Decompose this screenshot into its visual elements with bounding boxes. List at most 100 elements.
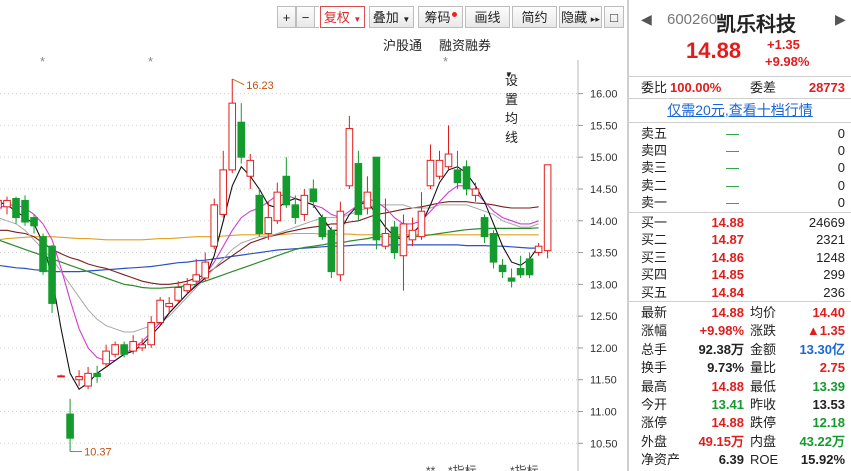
candle-body <box>129 341 137 352</box>
candle <box>237 103 246 164</box>
kline-chart-area[interactable]: + − 复权 ▼ 叠加 ▼ 筹码 画线 简约 隐藏 ▸▸ □ 沪股通 融资融券 … <box>0 0 627 471</box>
candle <box>390 220 399 259</box>
candle <box>147 316 155 348</box>
candle-body <box>543 164 552 252</box>
candle-body <box>282 175 291 206</box>
stock-code: 600260 <box>667 11 718 28</box>
stat-label: 外盘 <box>641 433 668 449</box>
stat-row: 最高 14.88 最低 13.39 <box>629 378 851 396</box>
candle-body <box>84 372 92 387</box>
candle <box>75 370 83 387</box>
candle-body <box>426 159 435 187</box>
stat-value: 6.39 <box>718 452 744 468</box>
candle-body <box>507 277 516 282</box>
bottom-label: *指标 <box>448 463 477 471</box>
y-tick-label: 13.00 <box>590 279 618 291</box>
candle-body <box>75 376 83 381</box>
stat-value: 14.88 <box>711 378 744 394</box>
candle <box>210 198 219 250</box>
y-tick-label: 10.50 <box>590 438 618 450</box>
high-pointer <box>232 78 245 86</box>
candle-body <box>273 191 282 222</box>
prev-stock-arrow-icon[interactable]: ◀ <box>641 11 652 28</box>
star-marker: * <box>148 54 153 69</box>
stat-row: 最新 14.88 均价 14.40 <box>629 304 851 322</box>
candle <box>30 214 38 234</box>
candle <box>471 182 480 202</box>
stat-value: ▲1.35 <box>806 323 845 339</box>
stat-label: 净资产 <box>641 452 681 468</box>
stat-label: 涨跌 <box>750 323 777 339</box>
candle <box>318 214 327 240</box>
next-stock-arrow-icon[interactable]: ▶ <box>835 11 846 28</box>
stat-label: 今开 <box>641 397 668 412</box>
stat-row: 涨停 14.88 跌停 12.18 <box>629 414 851 432</box>
candle <box>543 164 552 259</box>
candle-body <box>435 159 444 177</box>
candle <box>138 338 146 352</box>
bid-volume: 24669 <box>808 215 845 230</box>
stat-label: 最高 <box>641 378 668 394</box>
stat-row: 净资产 6.39 ROE 15.92% <box>629 451 851 469</box>
stat-value: 12.18 <box>812 415 845 431</box>
candle-body <box>255 194 264 234</box>
y-tick-label: 12.50 <box>590 311 618 323</box>
kline-svg[interactable]: 16.00 15.50 15.00 14.50 14.00 13.50 13.00 12.50… <box>0 0 627 471</box>
bid-row: 买五 14.84 236 <box>629 284 851 302</box>
ask-price: — <box>726 143 739 159</box>
candle-body <box>48 245 56 304</box>
candle-body <box>39 236 47 273</box>
stat-row: 换手 9.73% 量比 2.75 <box>629 359 851 377</box>
candle-body <box>174 287 182 301</box>
candle-body <box>534 245 543 254</box>
stat-value: 92.38万 <box>698 341 744 357</box>
ask-volume: 0 <box>837 126 845 141</box>
bid-row: 买一 14.88 24669 <box>629 214 851 232</box>
bid-row: 买四 14.85 299 <box>629 266 851 284</box>
level10-promo-link[interactable]: 仅需20元,查看十档行情 <box>667 102 812 118</box>
candle <box>192 258 201 285</box>
wei-cha-value: 28773 <box>808 80 845 95</box>
bid-price: 14.84 <box>711 284 744 300</box>
candle-body <box>381 232 390 247</box>
stat-label: 涨幅 <box>641 323 668 339</box>
candle-body <box>480 217 489 238</box>
ma-line-magenta <box>0 185 539 362</box>
candle-body <box>417 210 426 238</box>
high-price-label: 16.23 <box>246 80 274 92</box>
bid-price: 14.85 <box>711 267 744 283</box>
stat-value: 13.53 <box>812 397 845 412</box>
stat-value: 49.15万 <box>698 433 744 449</box>
divider <box>629 122 851 123</box>
wei-bi-row: 委比 100.00% 委差 28773 <box>629 79 851 97</box>
stat-value: 14.40 <box>812 305 845 320</box>
candle <box>372 156 381 250</box>
candle-body <box>246 159 255 177</box>
candle-body <box>3 199 11 208</box>
candle-body <box>93 372 101 378</box>
candle-body <box>210 204 219 247</box>
bid-level-label: 买五 <box>641 284 668 300</box>
stat-row: 今开 13.41 昨收 13.53 <box>629 396 851 414</box>
candle-body <box>237 121 246 158</box>
stat-row: 外盘 49.15万 内盘 43.22万 <box>629 433 851 451</box>
candle-body <box>12 198 20 219</box>
candle-body <box>156 299 164 323</box>
candle <box>300 188 309 221</box>
y-tick-label: 12.00 <box>590 343 618 355</box>
y-tick-label: 14.50 <box>590 184 618 196</box>
candle <box>156 297 164 326</box>
candle-body <box>399 223 408 257</box>
ask-level-label: 卖二 <box>641 177 668 193</box>
divider <box>629 212 851 213</box>
y-tick-label: 11.00 <box>590 406 617 418</box>
candle-body <box>408 229 417 241</box>
candle <box>12 196 20 224</box>
candle <box>534 243 543 256</box>
candle-body <box>471 188 480 196</box>
candle <box>489 230 498 269</box>
candle-body <box>30 217 38 227</box>
candle <box>462 160 471 196</box>
candle <box>480 214 489 244</box>
candle <box>93 365 101 383</box>
